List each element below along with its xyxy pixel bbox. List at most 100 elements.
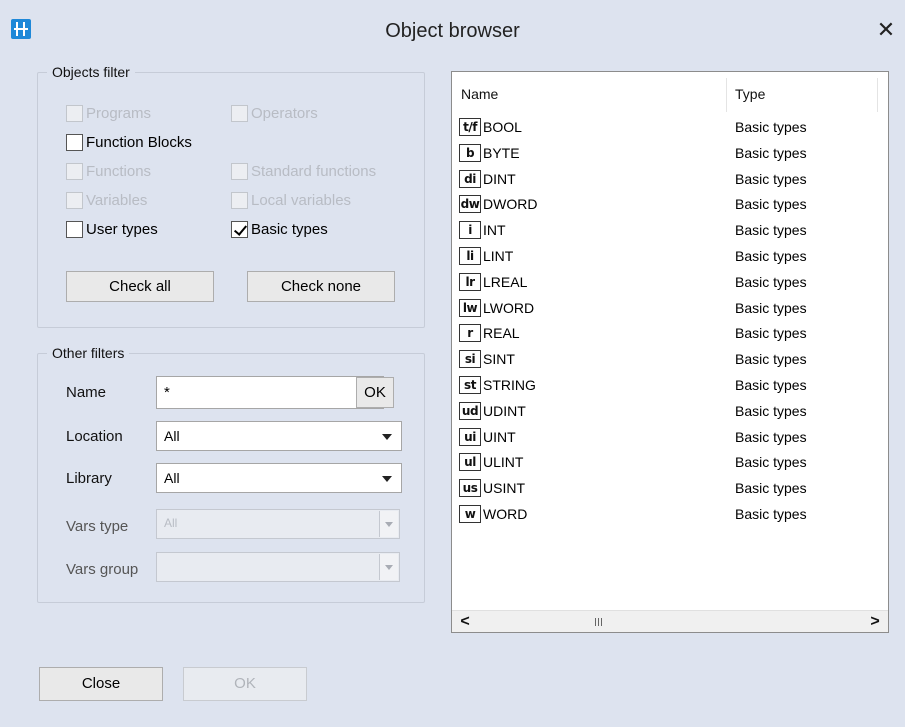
objects-filter-legend: Objects filter xyxy=(47,64,135,80)
chevron-down-icon xyxy=(379,554,398,580)
location-label: Location xyxy=(66,428,123,445)
name-label: Name xyxy=(66,384,107,401)
other-filters-legend: Other filters xyxy=(47,345,130,361)
checkbox-box-icon[interactable] xyxy=(66,133,83,151)
checkbox-label: Local variables xyxy=(251,191,352,209)
item-name: UDINT xyxy=(483,402,526,419)
checkbox-box-icon xyxy=(66,162,83,180)
scroll-right-button[interactable]: > xyxy=(865,612,885,632)
item-name: INT xyxy=(483,222,506,239)
type-bool-icon: t/f xyxy=(459,118,481,136)
checkbox-operators: Operators xyxy=(231,103,318,123)
checkbox-label: Basic types xyxy=(251,220,328,238)
list-item[interactable]: b BYTE Basic types xyxy=(452,141,888,167)
list-item[interactable]: ul ULINT Basic types xyxy=(452,450,888,476)
window-title: Object browser xyxy=(385,20,520,42)
checkbox-local-variables: Local variables xyxy=(231,190,351,210)
checkbox-label: Standard functions xyxy=(251,162,377,180)
checkbox-label: Functions xyxy=(86,162,152,180)
item-type: Basic types xyxy=(735,506,807,522)
list-header: Name Type xyxy=(452,72,888,114)
item-name: BYTE xyxy=(483,144,520,161)
check-all-button[interactable]: Check all xyxy=(66,271,214,302)
library-select[interactable]: All xyxy=(156,463,402,493)
item-name: ULINT xyxy=(483,454,524,471)
list-item[interactable]: ui UINT Basic types xyxy=(452,425,888,451)
checkbox-programs: Programs xyxy=(66,103,151,123)
checkbox-box-icon[interactable] xyxy=(66,220,83,238)
list-item[interactable]: r REAL Basic types xyxy=(452,321,888,347)
checkbox-user-types[interactable]: User types xyxy=(66,219,158,239)
item-name: LWORD xyxy=(483,299,535,316)
list-item[interactable]: lr LREAL Basic types xyxy=(452,270,888,296)
horizontal-scrollbar[interactable]: < > xyxy=(452,610,888,632)
list-item[interactable]: si SINT Basic types xyxy=(452,347,888,373)
library-label: Library xyxy=(66,470,112,487)
item-type: Basic types xyxy=(735,428,807,445)
list-item[interactable]: ud UDINT Basic types xyxy=(452,399,888,425)
item-type: Basic types xyxy=(735,170,807,187)
name-ok-button[interactable]: OK xyxy=(356,377,394,408)
type-byte-icon: b xyxy=(459,143,481,162)
list-item[interactable]: t/f BOOL Basic types xyxy=(452,115,888,141)
checkbox-label: Function Blocks xyxy=(86,133,192,151)
vars-type-label: Vars type xyxy=(66,518,129,535)
type-ulint-icon: ul xyxy=(459,453,481,472)
type-dword-icon: dw xyxy=(459,195,481,214)
list-item[interactable]: di DINT Basic types xyxy=(452,167,888,193)
close-button[interactable]: Close xyxy=(39,667,163,701)
list-item[interactable]: us USINT Basic types xyxy=(452,476,888,502)
checkbox-variables: Variables xyxy=(66,190,147,210)
column-divider[interactable] xyxy=(726,78,727,112)
checkbox-box-icon xyxy=(66,104,83,122)
item-name: LREAL xyxy=(483,273,528,290)
item-type: Basic types xyxy=(735,351,807,368)
type-lreal-icon: lr xyxy=(459,272,481,291)
list-item[interactable]: st STRING Basic types xyxy=(452,373,888,399)
type-lword-icon: lw xyxy=(459,298,481,317)
checkbox-box-icon xyxy=(231,191,248,209)
type-dint-icon: di xyxy=(459,169,481,188)
item-type: Basic types xyxy=(735,454,807,471)
scrollbar-thumb[interactable] xyxy=(478,614,718,630)
checkbox-label: User types xyxy=(86,220,158,238)
location-select[interactable]: All xyxy=(156,421,402,451)
item-type: Basic types xyxy=(735,480,807,497)
type-uint-icon: ui xyxy=(459,427,481,446)
checkbox-basic-types[interactable]: Basic types xyxy=(231,219,328,239)
checkbox-box-icon xyxy=(231,162,248,180)
item-name: UINT xyxy=(483,428,516,445)
list-item[interactable]: i INT Basic types xyxy=(452,218,888,244)
type-sint-icon: si xyxy=(459,350,481,369)
item-type: Basic types xyxy=(735,196,807,213)
checkbox-checked-icon[interactable] xyxy=(231,220,248,238)
location-value: All xyxy=(164,428,180,444)
grip-icon xyxy=(595,618,602,626)
item-name: STRING xyxy=(483,377,536,393)
type-usint-icon: us xyxy=(459,479,481,498)
close-window-button[interactable]: ✕ xyxy=(874,16,898,44)
column-header-name[interactable]: Name xyxy=(461,86,498,102)
item-type: Basic types xyxy=(735,119,807,135)
check-none-button[interactable]: Check none xyxy=(247,271,395,302)
title-bar: Object browser ✕ xyxy=(0,0,905,64)
column-divider[interactable] xyxy=(877,78,878,112)
item-name: REAL xyxy=(483,325,520,342)
vars-type-value: All xyxy=(164,516,178,530)
type-real-icon: r xyxy=(459,324,481,343)
checkbox-function-blocks[interactable]: Function Blocks xyxy=(66,132,192,152)
chevron-down-icon xyxy=(382,434,392,440)
item-type: Basic types xyxy=(735,248,807,264)
list-item[interactable]: lw LWORD Basic types xyxy=(452,296,888,322)
item-type: Basic types xyxy=(735,222,807,239)
object-list[interactable]: Name Type t/f BOOL Basic types b BYTE Basic t… xyxy=(451,71,889,633)
checkbox-standard-functions: Standard functions xyxy=(231,161,376,181)
list-item[interactable]: dw DWORD Basic types xyxy=(452,192,888,218)
type-string-icon: st xyxy=(459,376,481,394)
scroll-left-button[interactable]: < xyxy=(455,612,475,632)
list-item[interactable]: w WORD Basic types xyxy=(452,502,888,528)
item-type: Basic types xyxy=(735,377,807,393)
name-input[interactable] xyxy=(156,376,384,409)
list-item[interactable]: li LINT Basic types xyxy=(452,244,888,270)
column-header-type[interactable]: Type xyxy=(735,86,765,102)
